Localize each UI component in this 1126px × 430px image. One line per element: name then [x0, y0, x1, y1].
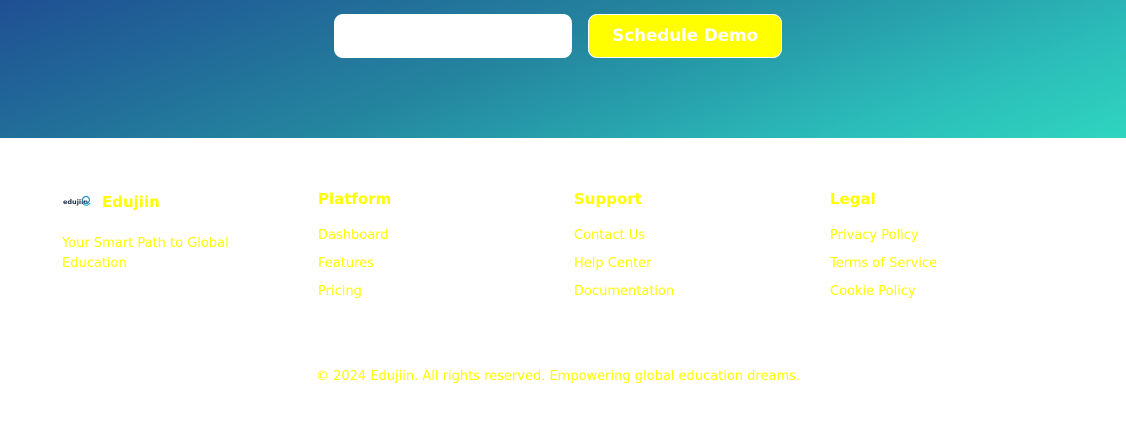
footer-column-support: Support Contact Us Help Center Documenta…	[574, 188, 774, 308]
cta-banner: Schedule Demo	[0, 0, 1126, 138]
column-title-support: Support	[574, 190, 642, 208]
footer-link-pricing[interactable]: Pricing	[318, 284, 362, 299]
footer-column-legal: Legal Privacy Policy Terms of Service Co…	[830, 188, 1030, 308]
footer-link-privacy-policy[interactable]: Privacy Policy	[830, 228, 919, 243]
footer-link-help-center[interactable]: Help Center	[574, 256, 652, 271]
brand-row[interactable]: edujiin Edujiin	[62, 188, 282, 216]
column-title-platform: Platform	[318, 190, 392, 208]
schedule-demo-button[interactable]: Schedule Demo	[588, 14, 782, 58]
footer-link-dashboard[interactable]: Dashboard	[318, 228, 389, 243]
copyright-text: © 2024 Edujiin. All rights reserved. Emp…	[315, 369, 801, 384]
brand-tagline: Your Smart Path to Global Education	[62, 236, 229, 271]
footer-column-platform: Platform Dashboard Features Pricing	[318, 188, 518, 308]
column-title-legal: Legal	[830, 190, 876, 208]
email-input[interactable]	[334, 14, 572, 58]
footer-link-documentation[interactable]: Documentation	[574, 284, 674, 299]
footer-brand: edujiin Edujiin Your Smart Path to Globa…	[62, 188, 282, 274]
brand-logo-icon: edujiin	[62, 191, 92, 213]
footer-link-terms-of-service[interactable]: Terms of Service	[830, 256, 937, 271]
brand-name: Edujiin	[102, 193, 160, 211]
footer-link-cookie-policy[interactable]: Cookie Policy	[830, 284, 916, 299]
footer-link-features[interactable]: Features	[318, 256, 374, 271]
footer-link-contact-us[interactable]: Contact Us	[574, 228, 645, 243]
site-footer: edujiin Edujiin Your Smart Path to Globa…	[0, 138, 1126, 430]
